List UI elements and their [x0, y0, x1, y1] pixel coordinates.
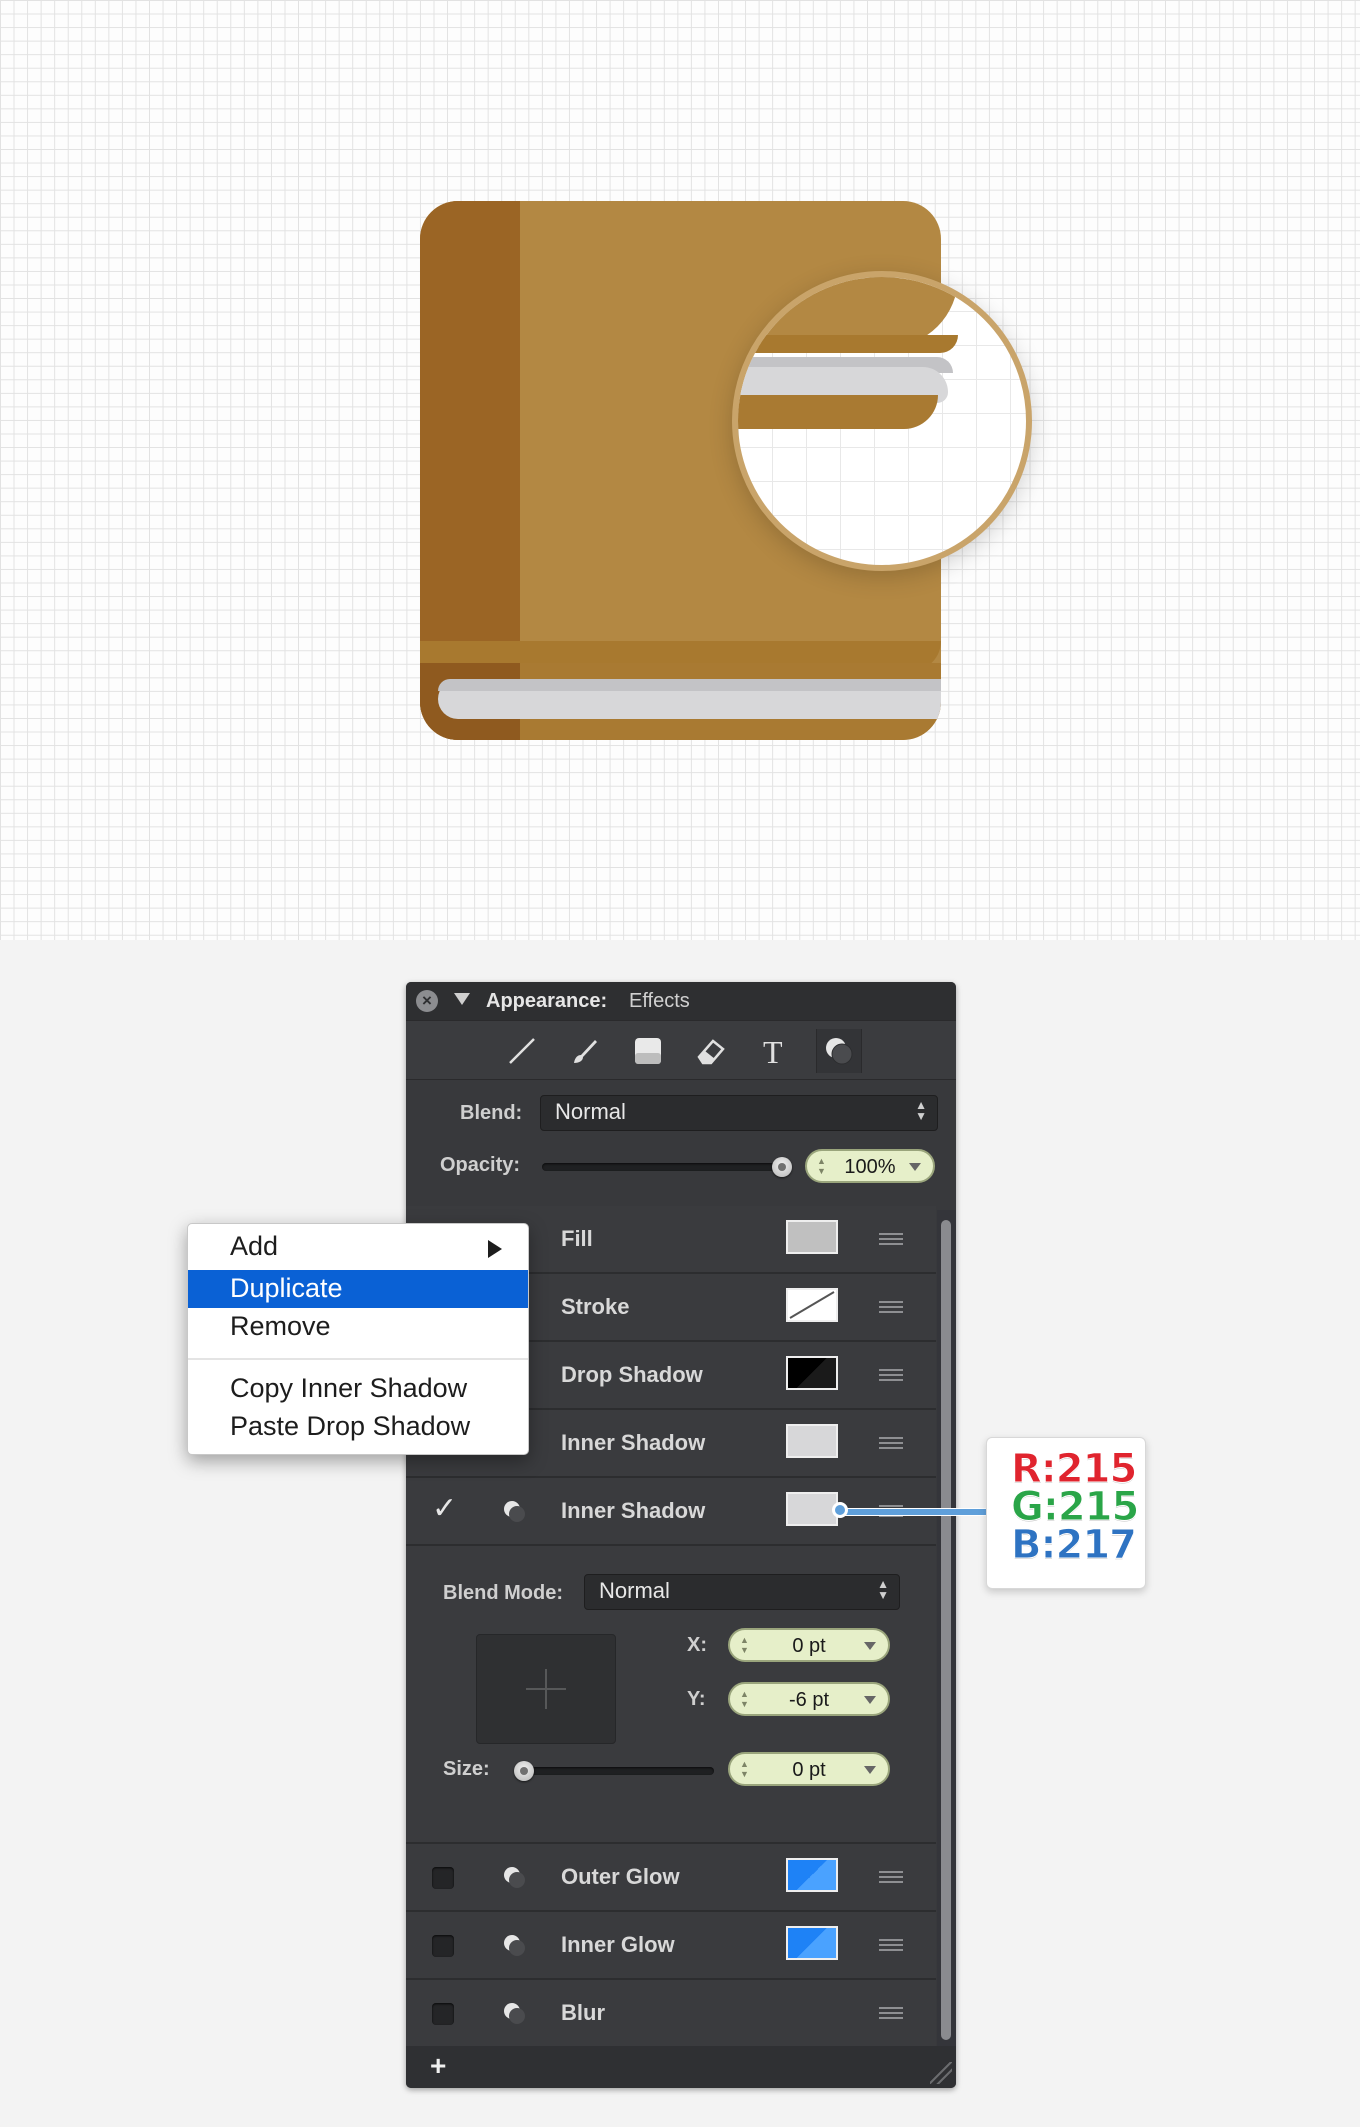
drag-handle-icon[interactable]	[879, 1301, 903, 1313]
panel-title: Appearance:	[486, 990, 608, 1012]
opacity-stepper[interactable]: ▲ ▼ 100%	[805, 1149, 935, 1183]
menu-item-label: Paste Drop Shadow	[230, 1411, 471, 1441]
offset-pad[interactable]	[476, 1634, 616, 1744]
drag-handle-icon[interactable]	[879, 1871, 903, 1883]
color-swatch[interactable]	[786, 1858, 838, 1892]
dropdown-arrow-icon[interactable]	[864, 1766, 876, 1774]
updown-icon: ▲ ▼	[915, 1098, 927, 1123]
brush-icon[interactable]	[563, 1029, 607, 1073]
size-label: Size:	[443, 1758, 490, 1780]
submenu-arrow-icon	[488, 1240, 502, 1258]
drag-handle-icon[interactable]	[879, 1437, 903, 1449]
blend-mode-value: Normal	[599, 1578, 670, 1603]
size-stepper[interactable]: ▲ ▼ 0 pt	[728, 1752, 890, 1786]
effect-name: Outer Glow	[561, 1864, 680, 1889]
color-value-callout: R:215 G:215 B:217	[986, 1437, 1146, 1589]
drag-handle-icon[interactable]	[879, 2007, 903, 2019]
color-swatch[interactable]	[786, 1424, 838, 1458]
x-offset-stepper[interactable]: ▲ ▼ 0 pt	[728, 1628, 890, 1662]
menu-item-add[interactable]: Add	[188, 1228, 528, 1266]
visibility-checkbox[interactable]	[432, 2003, 454, 2025]
collapse-triangle-icon[interactable]	[454, 993, 470, 1005]
y-label: Y:	[687, 1688, 706, 1710]
blend-select[interactable]: Normal ▲ ▼	[540, 1095, 938, 1131]
menu-item-paste-drop-shadow[interactable]: Paste Drop Shadow	[188, 1408, 528, 1446]
effect-icon	[502, 1933, 526, 1957]
effect-name: Blur	[561, 2000, 605, 2025]
context-menu: Add Duplicate Remove Copy Inner Shadow P…	[187, 1223, 529, 1455]
size-slider[interactable]	[514, 1767, 714, 1775]
menu-item-duplicate[interactable]: Duplicate	[188, 1270, 528, 1308]
menu-item-label: Remove	[230, 1311, 331, 1341]
dropdown-arrow-icon[interactable]	[864, 1642, 876, 1650]
opacity-label: Opacity:	[440, 1154, 521, 1176]
line-tool-icon[interactable]	[500, 1029, 544, 1073]
svg-text:T: T	[763, 1035, 783, 1067]
menu-item-label: Copy Inner Shadow	[230, 1373, 468, 1403]
effect-icon	[502, 2001, 526, 2025]
blend-mode-label: Blend Mode:	[443, 1582, 563, 1604]
effect-name: Fill	[561, 1226, 593, 1251]
drag-handle-icon[interactable]	[879, 1369, 903, 1381]
effect-icon	[502, 1499, 526, 1523]
scrollbar-thumb[interactable]	[941, 1220, 951, 2040]
menu-item-label: Add	[230, 1231, 279, 1261]
dropdown-arrow-icon[interactable]	[864, 1696, 876, 1704]
panel-subtitle: Effects	[629, 990, 690, 1012]
appearance-panel: × Appearance: Effects T Blend: Normal ▲ ▼…	[406, 982, 956, 2088]
blend-label: Blend:	[460, 1102, 523, 1124]
color-swatch[interactable]	[786, 1356, 838, 1390]
visibility-checkbox[interactable]	[432, 1935, 454, 1957]
color-swatch[interactable]	[786, 1288, 838, 1322]
panel-footer: +	[406, 2046, 956, 2088]
drag-handle-icon[interactable]	[879, 1939, 903, 1951]
effect-name: Inner Shadow	[561, 1430, 706, 1455]
magnified-cover-lip	[738, 335, 958, 353]
blend-mode-select[interactable]: Normal ▲ ▼	[584, 1574, 900, 1610]
book-pages-shadow	[438, 679, 941, 691]
menu-item-remove[interactable]: Remove	[188, 1308, 528, 1346]
y-offset-stepper[interactable]: ▲ ▼ -6 pt	[728, 1682, 890, 1716]
effect-name: Inner Shadow	[561, 1498, 706, 1523]
panel-titlebar[interactable]: × Appearance: Effects	[406, 982, 956, 1020]
color-swatch[interactable]	[786, 1492, 838, 1526]
tool-tabs: T	[406, 1020, 956, 1080]
list-item-inner-glow[interactable]: Inner Glow	[406, 1912, 936, 1980]
fill-square-icon[interactable]	[626, 1029, 670, 1073]
opacity-slider-knob[interactable]	[772, 1157, 792, 1177]
effect-name: Drop Shadow	[561, 1362, 703, 1387]
dropdown-arrow-icon[interactable]	[909, 1163, 921, 1171]
effects-icon[interactable]	[816, 1029, 862, 1073]
menu-item-label: Duplicate	[230, 1273, 343, 1303]
color-swatch[interactable]	[786, 1926, 838, 1960]
color-swatch[interactable]	[786, 1220, 838, 1254]
blend-value: Normal	[555, 1099, 626, 1124]
size-slider-knob[interactable]	[514, 1761, 534, 1781]
list-item-blur[interactable]: Blur	[406, 1980, 936, 2048]
add-effect-button[interactable]: +	[430, 2050, 446, 2082]
effect-name: Stroke	[561, 1294, 630, 1319]
menu-separator	[188, 1358, 528, 1360]
eraser-icon[interactable]	[689, 1029, 733, 1073]
blue-value: B:217	[1011, 1522, 1138, 1569]
opacity-slider[interactable]	[542, 1163, 782, 1171]
magnifier-loupe	[732, 271, 1032, 571]
checkmark-icon[interactable]: ✓	[432, 1491, 457, 1526]
scrollbar[interactable]	[937, 1210, 956, 2056]
updown-icon: ▲ ▼	[877, 1577, 889, 1602]
list-item-outer-glow[interactable]: Outer Glow	[406, 1844, 936, 1912]
callout-connector	[840, 1508, 988, 1516]
resize-grip-icon[interactable]	[930, 2062, 952, 2084]
menu-item-copy-inner-shadow[interactable]: Copy Inner Shadow	[188, 1370, 528, 1408]
visibility-checkbox[interactable]	[432, 1867, 454, 1889]
drag-handle-icon[interactable]	[879, 1233, 903, 1245]
inner-shadow-settings: Blend Mode: Normal ▲ ▼ X: ▲ ▼ 0 pt Y: ▲ ▼ -…	[406, 1546, 936, 1844]
callout-anchor-dot	[832, 1502, 848, 1518]
x-label: X:	[687, 1634, 707, 1656]
effect-name: Inner Glow	[561, 1932, 675, 1957]
close-icon[interactable]: ×	[416, 990, 438, 1012]
effect-icon	[502, 1865, 526, 1889]
text-tool-icon[interactable]: T	[753, 1029, 797, 1073]
magnified-bottom-cover	[738, 395, 938, 429]
